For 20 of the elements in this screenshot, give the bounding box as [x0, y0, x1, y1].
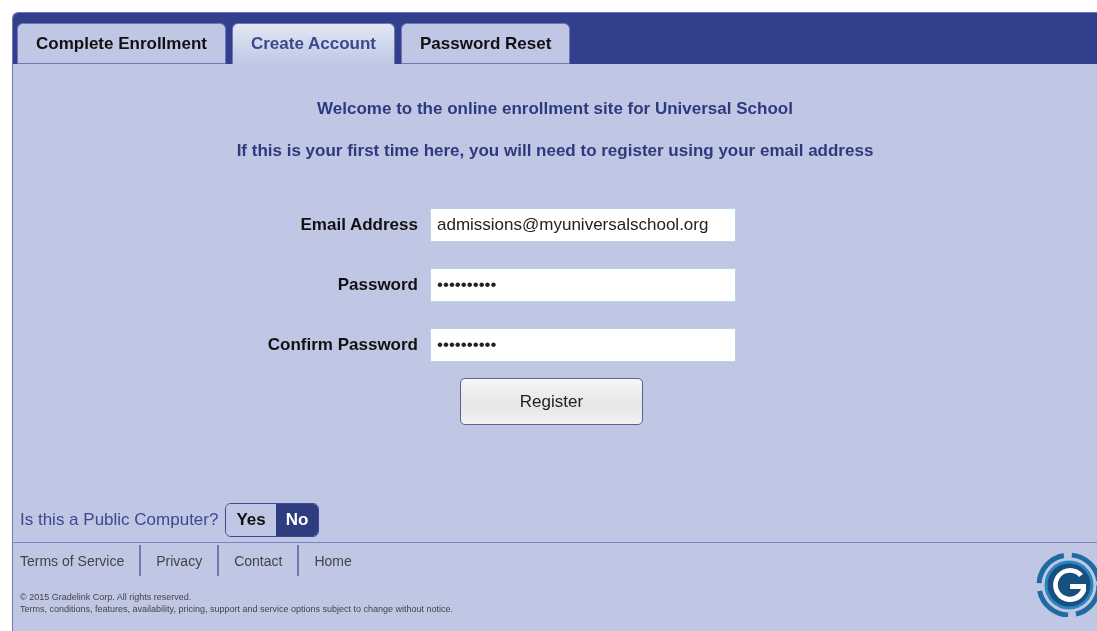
intro-text: Welcome to the online enrollment site for Universal School	[316, 98, 794, 120]
tab[interactable]: Complete Enrollment	[17, 23, 226, 64]
tab[interactable]: Create Account	[231, 23, 395, 64]
register-button[interactable]: Register	[460, 378, 643, 425]
input-field[interactable]: ••••••••••	[430, 268, 736, 302]
field-label: Email Address	[299, 215, 419, 235]
intro-text: If this is your first time here, you will need to register using your email address	[235, 140, 875, 162]
copyright-text: © 2015 Gradelink Corp. All rights reserved.	[20, 591, 193, 603]
footer-link[interactable]: Home	[297, 545, 367, 576]
toggle-option[interactable]: No	[275, 504, 319, 536]
field-label: Confirm Password	[266, 335, 419, 355]
input-field[interactable]: admissions@myuniversalschool.org	[430, 208, 736, 242]
copyright-text: Terms, conditions, features, availability, pricing, support and service options subject to change without notice.	[20, 603, 454, 615]
input-field[interactable]: ••••••••••	[430, 328, 736, 362]
footer-link[interactable]: Contact	[217, 545, 298, 576]
field-label: Password	[336, 275, 419, 295]
tab[interactable]: Password Reset	[401, 23, 571, 64]
public-computer-question: Is this a Public Computer?	[20, 510, 219, 530]
footer-link[interactable]: Terms of Service	[20, 545, 140, 576]
footer-link[interactable]: Privacy	[139, 545, 218, 576]
